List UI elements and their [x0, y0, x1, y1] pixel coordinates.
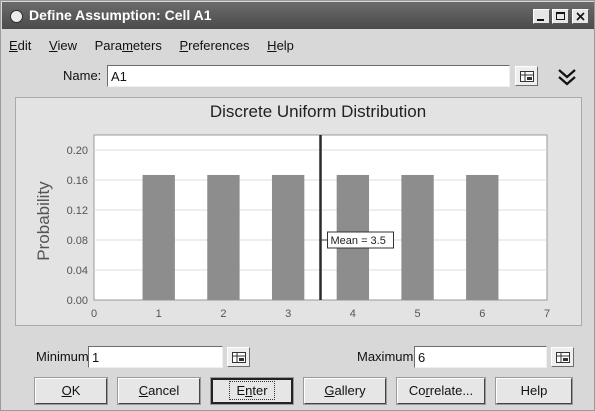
- y-tick-label: 0.04: [67, 265, 88, 277]
- help-button[interactable]: Help: [495, 377, 573, 405]
- maximum-label: Maximum: [357, 349, 414, 364]
- title-bar[interactable]: Define Assumption: Cell A1: [2, 2, 594, 29]
- name-label: Name:: [63, 68, 102, 83]
- bar-5: [401, 174, 434, 300]
- x-tick-label: 3: [285, 308, 291, 320]
- chart-title: Discrete Uniform Distribution: [210, 102, 426, 121]
- menu-view[interactable]: View: [49, 37, 77, 55]
- maximize-button[interactable]: [552, 9, 569, 24]
- y-tick-label: 0.08: [67, 235, 88, 247]
- close-button[interactable]: [572, 9, 589, 24]
- x-tick-label: 1: [156, 308, 162, 320]
- y-axis-label: Probability: [34, 181, 53, 261]
- maximum-cell-reference-button[interactable]: [551, 347, 574, 367]
- bar-2: [207, 174, 240, 300]
- menu-edit[interactable]: Edit: [9, 37, 31, 55]
- bar-1: [142, 174, 175, 300]
- x-tick-label: 4: [350, 308, 356, 320]
- name-cell-reference-button[interactable]: [515, 66, 538, 86]
- menu-help[interactable]: Help: [267, 37, 294, 55]
- cancel-button[interactable]: Cancel: [117, 377, 201, 405]
- name-input[interactable]: [107, 65, 510, 87]
- ok-button[interactable]: OK: [34, 377, 108, 405]
- app-icon: [10, 10, 23, 23]
- expand-chevron-button[interactable]: [556, 66, 578, 88]
- chart-panel: Discrete Uniform Distribution Probabilit…: [15, 97, 582, 326]
- menu-preferences[interactable]: Preferences: [179, 37, 249, 55]
- menu-parameters[interactable]: Parameters: [95, 37, 162, 55]
- y-tick-label: 0.20: [67, 145, 88, 157]
- minimum-input[interactable]: [88, 346, 223, 368]
- minimum-label: Minimum: [36, 349, 89, 364]
- x-tick-label: 6: [479, 308, 485, 320]
- define-assumption-dialog: Define Assumption: Cell A1 Edit View Par…: [0, 0, 595, 411]
- x-tick-label: 0: [91, 308, 97, 320]
- bar-3: [271, 174, 305, 300]
- chevron-down-icon: [558, 69, 576, 86]
- cell-reference-icon: [520, 71, 534, 82]
- minimum-cell-reference-button[interactable]: [227, 347, 250, 367]
- x-tick-label: 7: [544, 308, 550, 320]
- window-title: Define Assumption: Cell A1: [29, 7, 212, 23]
- x-tick-label: 5: [415, 308, 421, 320]
- maximum-input[interactable]: [414, 346, 547, 368]
- menu-bar: Edit View Parameters Preferences Help: [9, 37, 308, 55]
- enter-button[interactable]: Enter: [210, 377, 294, 405]
- close-icon: [576, 12, 585, 21]
- minimize-icon: [537, 19, 544, 21]
- bar-6: [466, 174, 499, 300]
- gallery-button[interactable]: Gallery: [303, 377, 387, 405]
- maximize-icon: [556, 12, 565, 20]
- cell-reference-icon: [556, 352, 570, 363]
- y-tick-label: 0.12: [67, 205, 88, 217]
- distribution-chart: Discrete Uniform Distribution Probabilit…: [34, 102, 550, 320]
- cell-reference-icon: [232, 352, 246, 363]
- correlate-button[interactable]: Correlate...: [396, 377, 486, 405]
- y-tick-label: 0.00: [67, 295, 88, 307]
- y-tick-label: 0.16: [67, 175, 88, 187]
- minimize-button[interactable]: [533, 9, 550, 24]
- mean-label: Mean = 3.5: [331, 235, 386, 247]
- x-tick-label: 2: [220, 308, 226, 320]
